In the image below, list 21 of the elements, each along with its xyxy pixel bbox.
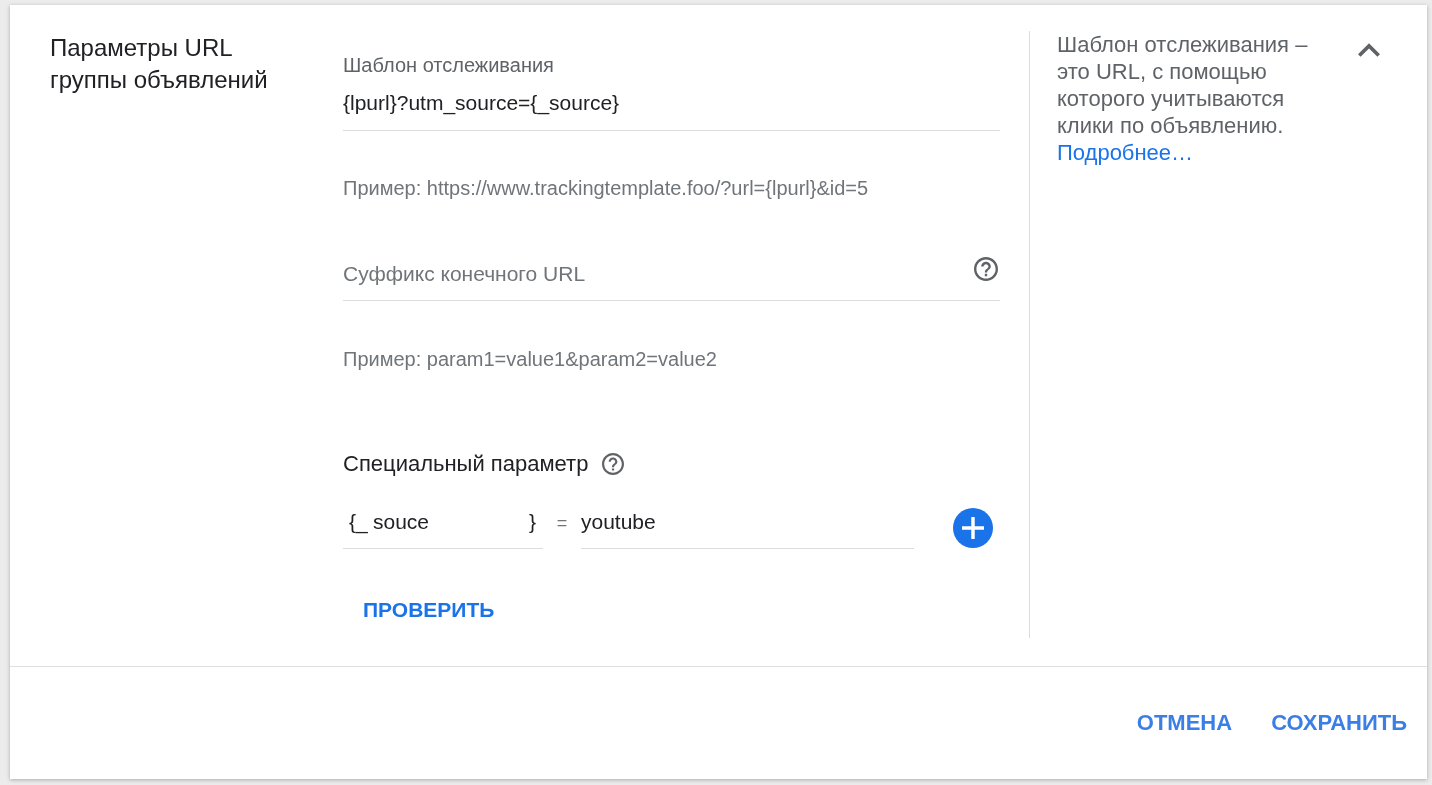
url-suffix-field[interactable]: Суффикс конечного URL [343,247,1000,301]
key-suffix: } [529,509,536,535]
check-button[interactable]: ПРОВЕРИТЬ [343,590,515,630]
help-icon[interactable] [602,453,625,475]
section-title: Параметры URL группы объявлений [50,33,269,95]
footer-button[interactable]: ОТМЕНА [1128,703,1241,743]
field-hint: Пример: https://www.trackingtemplate.foo/?url={lpurl}&id=5 [343,177,869,199]
parameter-value-field[interactable]: youtube [581,496,914,549]
plus-icon [962,517,984,539]
help-icon[interactable] [974,257,998,281]
equals-sign: = [556,513,568,533]
tracking-template-field[interactable]: {lpurl}?utm_source={_source} [343,76,1000,131]
help-text: Шаблон отслеживания – это URL, с помощью которого учитываются клики по объявлению. Подробнее… [1057,31,1309,166]
key-prefix: {_ [349,509,368,535]
field-hint: Пример: param1=value1&param2=value2 [343,348,717,370]
custom-parameter-label: Специальный параметр [343,450,589,478]
learn-more-link[interactable]: Подробнее… [1057,140,1194,165]
footer-button[interactable]: СОХРАНИТЬ [1263,703,1415,743]
add-button[interactable] [953,508,993,548]
chevron-up-icon[interactable] [1358,43,1380,57]
field-label: Шаблон отслеживания [343,54,554,76]
